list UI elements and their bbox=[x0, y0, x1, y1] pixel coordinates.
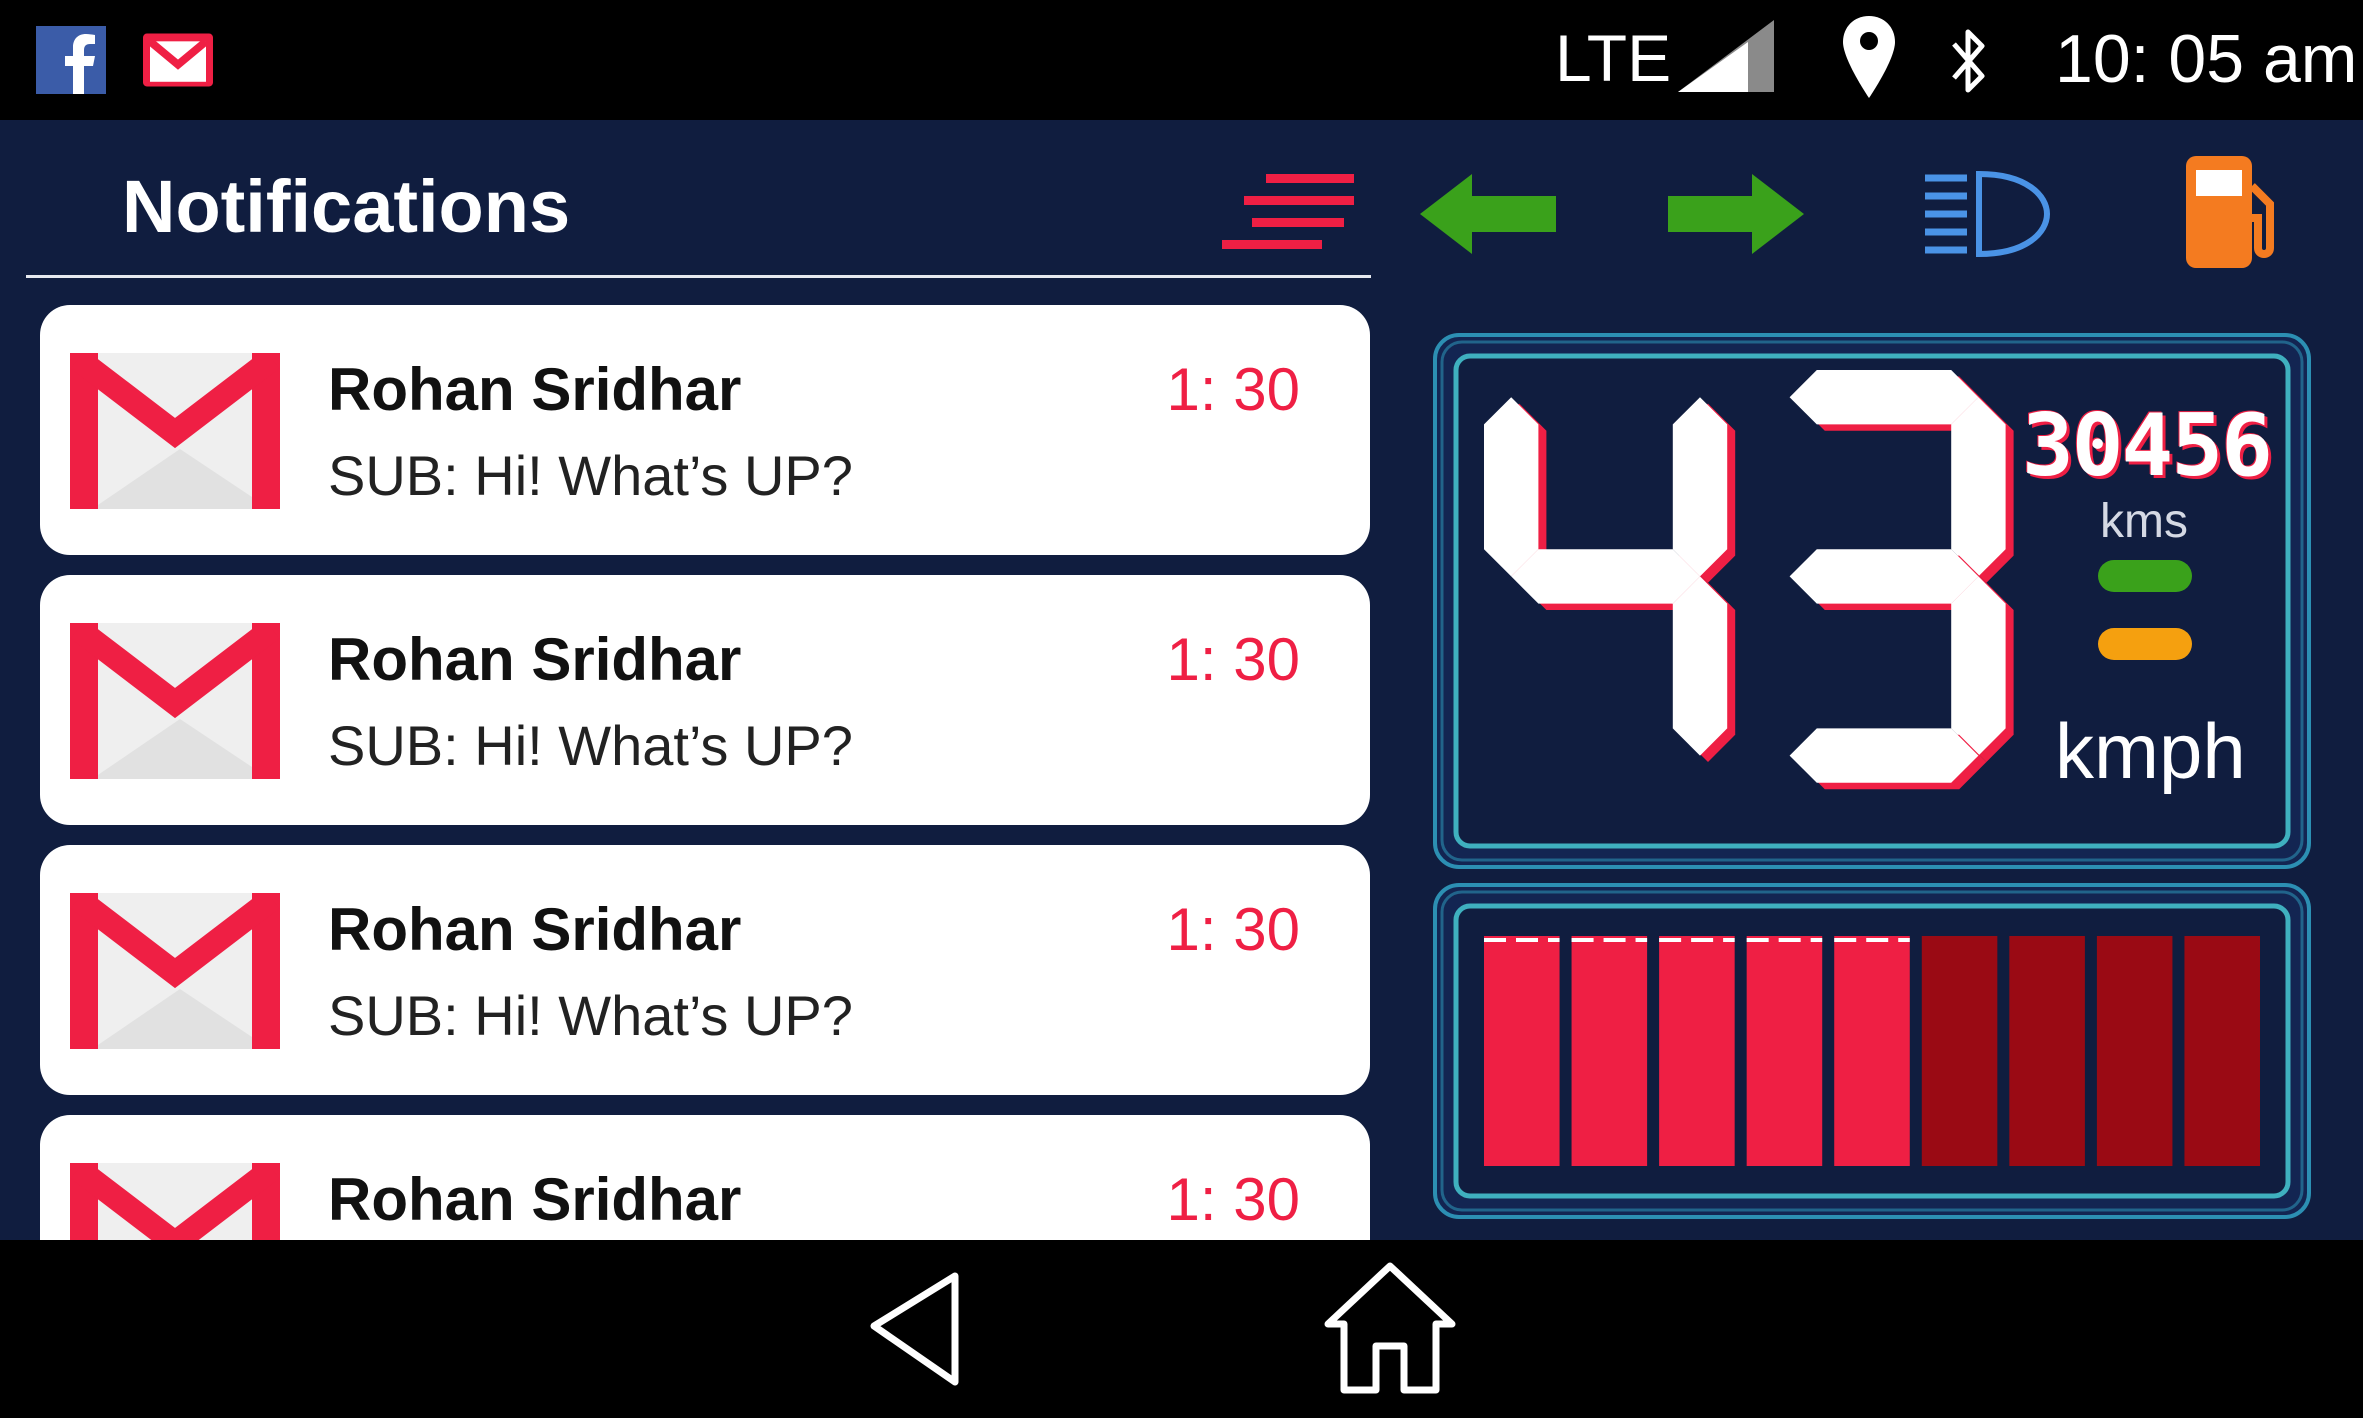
location-pin-icon bbox=[1843, 16, 1895, 98]
speed-segment bbox=[1789, 370, 1979, 425]
notification-time: 1: 30 bbox=[1166, 626, 1300, 693]
facebook-icon[interactable] bbox=[36, 26, 106, 94]
notification-time: 1: 30 bbox=[1166, 1166, 1300, 1233]
notification-sender: Rohan Sridhar bbox=[328, 1166, 742, 1233]
notification-time: 1: 30 bbox=[1166, 356, 1300, 423]
notifications-title: Notifications bbox=[122, 165, 571, 248]
left-turn-arrow-icon bbox=[1420, 174, 1556, 254]
notification-time: 1: 30 bbox=[1166, 896, 1300, 963]
bluetooth-icon bbox=[1952, 29, 1985, 93]
status-light-orange bbox=[2098, 628, 2192, 660]
level-gauge-panel bbox=[1433, 883, 2311, 1219]
status-bar: LTE 10: 05 am bbox=[0, 0, 2363, 120]
network-type-label: LTE bbox=[1555, 21, 1672, 95]
notification-subject: SUB: Hi! What’s UP? bbox=[328, 984, 853, 1047]
navigation-bar bbox=[0, 1240, 2363, 1418]
clock: 10: 05 am bbox=[2055, 21, 2358, 97]
gmail-icon[interactable] bbox=[143, 26, 213, 94]
gauge-bar-inactive bbox=[2184, 936, 2260, 1166]
gauge-bar-active bbox=[1484, 936, 1560, 1166]
signal-icon bbox=[1678, 20, 1774, 92]
gauge-bar-inactive bbox=[1921, 936, 1998, 1166]
screen: LTE 10: 05 am Notifications Rohan Sridha… bbox=[0, 0, 2363, 1418]
speed-segment bbox=[1672, 397, 1728, 577]
gauge-bar-active bbox=[1834, 936, 1910, 1166]
gmail-icon bbox=[70, 893, 280, 1049]
main-area: Notifications Rohan Sridhar SUB: Hi! Wha… bbox=[0, 120, 2363, 1240]
notification-subject: SUB: Hi! What’s UP? bbox=[328, 714, 853, 777]
gauge-bar-active bbox=[1571, 936, 1648, 1166]
notification-subject: SUB: Hi! What’s UP? bbox=[328, 444, 853, 507]
speed-segment bbox=[1951, 397, 2006, 577]
gauge-bar-inactive bbox=[2009, 936, 2085, 1166]
gmail-icon bbox=[70, 623, 280, 779]
gmail-icon bbox=[70, 353, 280, 509]
notification-card[interactable]: Rohan Sridhar 1: 30 bbox=[40, 1115, 1370, 1240]
notification-card[interactable]: Rohan Sridhar SUB: Hi! What’s UP? 1: 30 bbox=[40, 845, 1370, 1095]
speed-segment bbox=[1951, 576, 2006, 756]
status-light-green bbox=[2098, 560, 2192, 592]
notification-sender: Rohan Sridhar bbox=[328, 356, 742, 423]
gauge-bar-active bbox=[1659, 936, 1735, 1166]
speed-segment bbox=[1672, 576, 1728, 756]
speed-segment bbox=[1484, 397, 1539, 577]
notification-sender: Rohan Sridhar bbox=[328, 626, 742, 693]
notification-card[interactable]: Rohan Sridhar SUB: Hi! What’s UP? 1: 30 bbox=[40, 305, 1370, 555]
speed-segment bbox=[1511, 549, 1700, 604]
speed-segment bbox=[1789, 549, 1979, 604]
fuel-pump-icon bbox=[2186, 156, 2274, 268]
gauge-bar-inactive bbox=[2096, 936, 2173, 1166]
right-turn-arrow-icon bbox=[1668, 174, 1804, 254]
speed-unit: kmph bbox=[2055, 707, 2246, 795]
home-button[interactable] bbox=[1318, 1258, 1462, 1398]
gauge-bar-active bbox=[1746, 936, 1823, 1166]
gmail-icon bbox=[70, 1163, 280, 1240]
notification-card[interactable]: Rohan Sridhar SUB: Hi! What’s UP? 1: 30 bbox=[40, 575, 1370, 825]
odometer-unit: kms bbox=[2100, 495, 2188, 548]
filter-icon[interactable] bbox=[1222, 172, 1354, 256]
speed-segment bbox=[1789, 728, 1979, 783]
headlight-icon bbox=[1925, 170, 2051, 258]
back-button[interactable] bbox=[860, 1264, 970, 1394]
gauge-bars bbox=[1484, 936, 2260, 1166]
notifications-divider bbox=[26, 275, 1371, 278]
notification-sender: Rohan Sridhar bbox=[328, 896, 742, 963]
odometer-reading: 30456 bbox=[2022, 396, 2273, 496]
